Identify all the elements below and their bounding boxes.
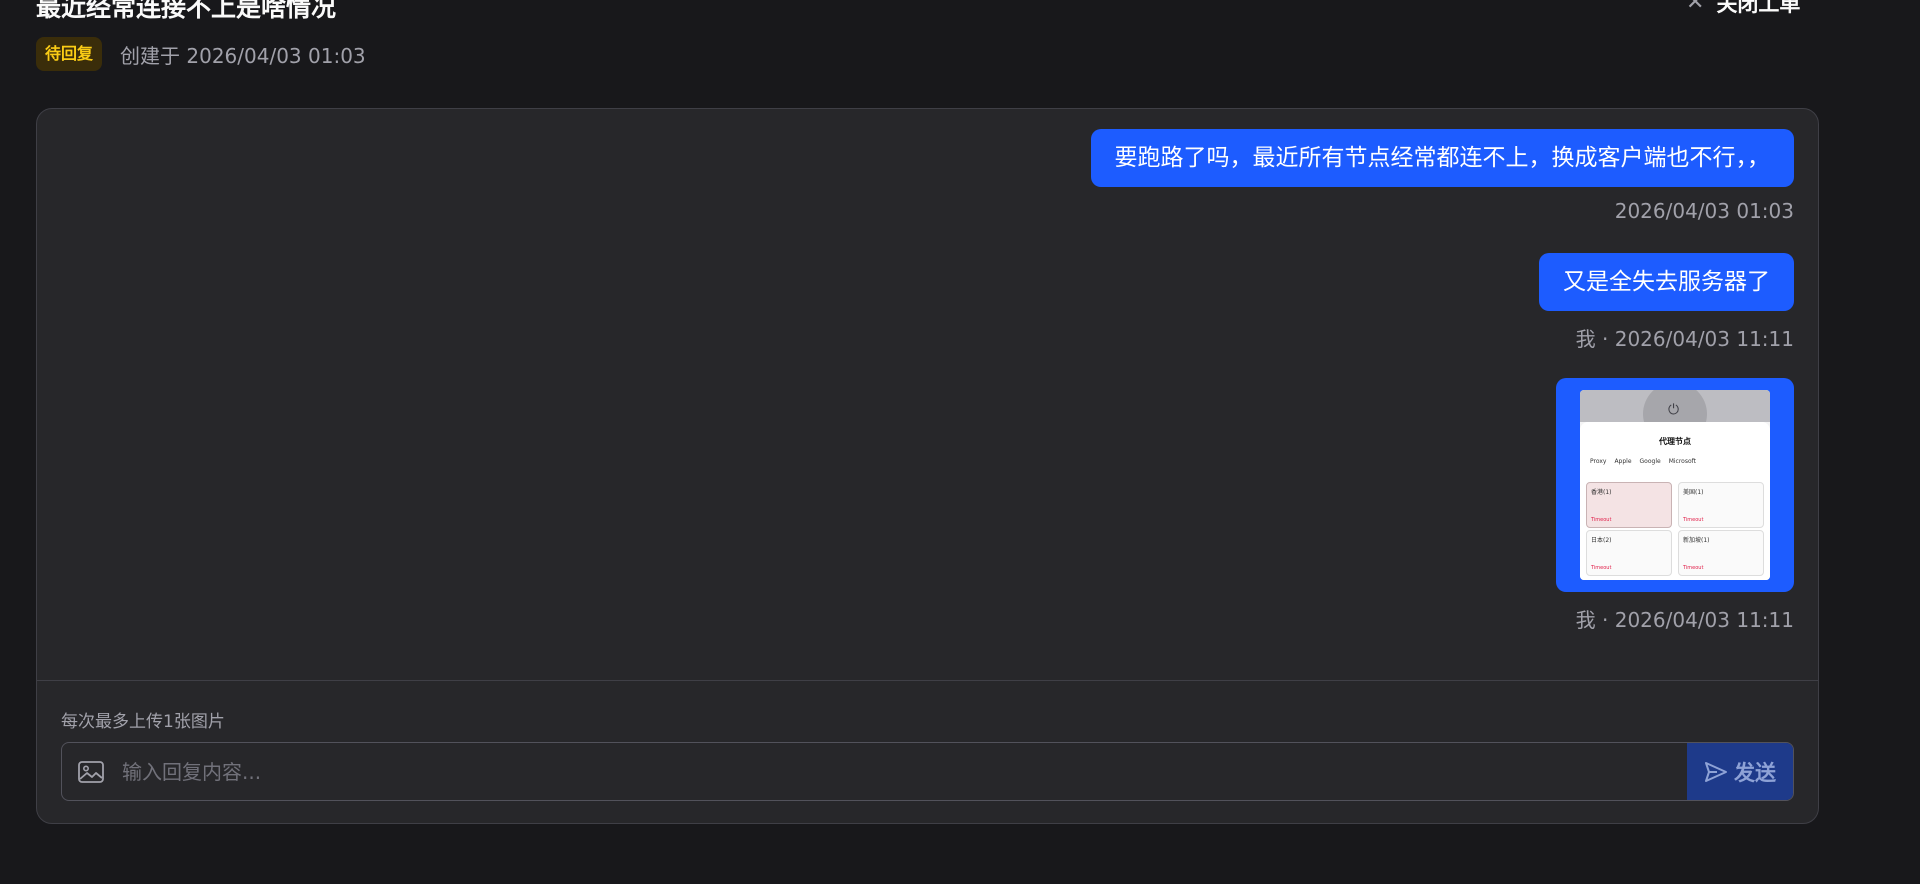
screenshot-node-card: 美国(1) Timeout xyxy=(1678,482,1764,528)
message-time: 2026/04/03 01:03 xyxy=(1614,199,1794,223)
screenshot-tab: Proxy xyxy=(1590,458,1607,465)
screenshot-tab: Microsoft xyxy=(1668,458,1697,465)
screenshot-node-card: 香港(1) Timeout xyxy=(1586,482,1672,528)
node-name: 香港(1) xyxy=(1591,489,1612,496)
image-message-bubble: ⏻ 代理节点 Proxy Apple Google Microsoft 香港(1… xyxy=(1556,378,1794,592)
ticket-title: 最近经常连接不上是啥情况 xyxy=(36,0,337,22)
message-item: ⏻ 代理节点 Proxy Apple Google Microsoft 香港(1… xyxy=(1556,378,1794,633)
conversation-panel: 要跑路了吗，最近所有节点经常都连不上，换成客户端也不行，， 2026/04/03… xyxy=(36,108,1819,824)
send-button[interactable]: 发送 xyxy=(1687,743,1793,800)
upload-hint: 每次最多上传1张图片 xyxy=(61,712,225,732)
message-time: 我 · 2026/04/03 11:11 xyxy=(1575,608,1794,632)
send-icon xyxy=(1705,761,1727,782)
screenshot-tab: Google xyxy=(1639,458,1661,465)
screenshot-tabs: Proxy Apple Google Microsoft xyxy=(1590,458,1696,465)
node-name: 日本(2) xyxy=(1591,537,1612,544)
reply-composer: 每次最多上传1张图片 发送 xyxy=(37,680,1818,823)
attachment-image[interactable]: ⏻ 代理节点 Proxy Apple Google Microsoft 香港(1… xyxy=(1580,390,1770,580)
node-status: Timeout xyxy=(1591,565,1612,571)
created-time: 创建于 2026/04/03 01:03 xyxy=(120,43,366,68)
node-name: 新加坡(1) xyxy=(1683,537,1710,544)
power-icon: ⏻ xyxy=(1668,402,1680,418)
screenshot-tab: Apple xyxy=(1614,458,1632,465)
screenshot-node-card: 日本(2) Timeout xyxy=(1586,530,1672,576)
screenshot-sheet: 代理节点 Proxy Apple Google Microsoft 香港(1) … xyxy=(1580,422,1770,580)
screenshot-node-card: 新加坡(1) Timeout xyxy=(1678,530,1764,576)
node-status: Timeout xyxy=(1591,517,1612,523)
reply-input[interactable] xyxy=(120,743,1687,800)
message-item: 又是全失去服务器了 我 · 2026/04/03 11:11 xyxy=(1539,253,1794,352)
send-label: 发送 xyxy=(1734,760,1776,785)
ticket-meta: 待回复 创建于 2026/04/03 01:03 xyxy=(36,37,366,71)
close-icon: ✕ xyxy=(1686,0,1705,15)
screenshot-title: 代理节点 xyxy=(1659,437,1691,446)
message-item: 要跑路了吗，最近所有节点经常都连不上，换成客户端也不行，， 2026/04/03… xyxy=(1090,129,1794,223)
close-ticket-button[interactable]: ✕ 关闭工单 xyxy=(1686,0,1800,18)
reply-input-row: 发送 xyxy=(61,742,1794,801)
upload-image-button[interactable] xyxy=(62,743,120,800)
status-badge: 待回复 xyxy=(36,37,103,71)
image-icon xyxy=(78,760,104,783)
message-time: 我 · 2026/04/03 11:11 xyxy=(1575,327,1794,351)
message-bubble: 又是全失去服务器了 xyxy=(1539,253,1794,311)
message-bubble: 要跑路了吗，最近所有节点经常都连不上，换成客户端也不行，， xyxy=(1090,129,1794,187)
close-ticket-label: 关闭工单 xyxy=(1716,0,1801,16)
node-name: 美国(1) xyxy=(1683,489,1704,496)
message-list: 要跑路了吗，最近所有节点经常都连不上，换成客户端也不行，， 2026/04/03… xyxy=(37,109,1818,680)
node-status: Timeout xyxy=(1683,565,1704,571)
node-status: Timeout xyxy=(1683,517,1704,523)
